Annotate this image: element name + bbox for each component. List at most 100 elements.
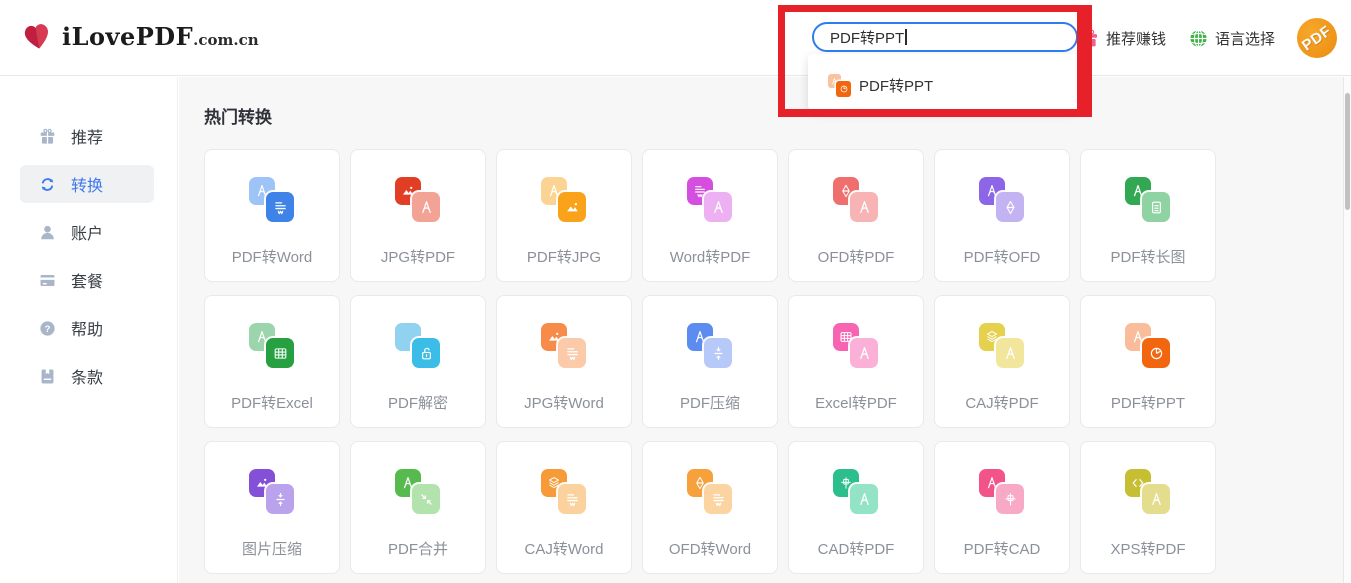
tool-icon [395, 469, 441, 515]
gift-icon [1079, 28, 1100, 49]
pdf-glyph [850, 192, 878, 222]
pdf-glyph [996, 338, 1024, 368]
scrollbar-thumb[interactable] [1345, 93, 1350, 210]
tool-label: JPG转PDF [381, 246, 455, 267]
tool-icon [687, 177, 733, 223]
tool-icon [687, 323, 733, 369]
site-logo[interactable]: iLovePDF.com.cn [20, 19, 259, 53]
tool-card-PDF转JPG[interactable]: PDF转JPG [496, 149, 632, 282]
pdf-glyph [850, 338, 878, 368]
logo-suffix: .com.cn [193, 31, 259, 49]
tool-label: Word转PDF [670, 246, 751, 267]
word-glyph [558, 338, 586, 368]
tool-card-Excel转PDF[interactable]: Excel转PDF [788, 295, 924, 428]
tool-card-XPS转PDF[interactable]: XPS转PDF [1080, 441, 1216, 574]
pdf-glyph [704, 192, 732, 222]
sidebar-item-card[interactable]: 套餐 [20, 261, 154, 299]
word-glyph [558, 484, 586, 514]
tool-card-JPG转PDF[interactable]: JPG转PDF [350, 149, 486, 282]
longimg-glyph [1142, 192, 1170, 222]
sidebar-item-convert[interactable]: 转换 [20, 165, 154, 203]
unlock-glyph [412, 338, 440, 368]
tool-card-PDF压缩[interactable]: PDF压缩 [642, 295, 778, 428]
tool-label: PDF转PPT [1111, 392, 1185, 413]
search-value: PDF转PPT [830, 27, 904, 48]
globe-icon [1188, 28, 1209, 49]
sidebar-item-label: 帮助 [71, 316, 103, 340]
sidebar-item-label: 条款 [71, 364, 103, 388]
tool-card-CAJ转PDF[interactable]: CAJ转PDF [934, 295, 1070, 428]
tool-card-PDF合并[interactable]: PDF合并 [350, 441, 486, 574]
header-right-links: 推荐赚钱 语言选择 PDF [1079, 0, 1337, 76]
tool-label: PDF转OFD [964, 246, 1041, 267]
tool-card-OFD转Word[interactable]: OFD转Word [642, 441, 778, 574]
tool-card-JPG转Word[interactable]: JPG转Word [496, 295, 632, 428]
sidebar-item-label: 套餐 [71, 268, 103, 292]
sidebar-item-user[interactable]: 账户 [20, 213, 154, 251]
tool-icon [249, 323, 295, 369]
compress-glyph [266, 484, 294, 514]
image-glyph [558, 192, 586, 222]
tool-card-PDF转Excel[interactable]: PDF转Excel [204, 295, 340, 428]
sidebar-item-gift[interactable]: 推荐 [20, 117, 154, 155]
tool-label: PDF转CAD [964, 538, 1041, 559]
tool-label: Excel转PDF [815, 392, 897, 413]
tool-label: PDF压缩 [680, 392, 740, 413]
tool-icon [833, 323, 879, 369]
tool-card-PDF解密[interactable]: PDF解密 [350, 295, 486, 428]
tool-icon [1125, 323, 1171, 369]
merge-glyph [412, 484, 440, 514]
sidebar-item-label: 转换 [71, 172, 103, 196]
tool-label: 图片压缩 [242, 538, 302, 559]
tool-icon [833, 469, 879, 515]
tool-card-OFD转PDF[interactable]: OFD转PDF [788, 149, 924, 282]
tool-icon [541, 323, 587, 369]
excel-glyph [266, 338, 294, 368]
gift-icon [38, 127, 57, 146]
tool-label: PDF合并 [388, 538, 448, 559]
avatar-text: PDF [1299, 22, 1335, 54]
sidebar-item-terms[interactable]: 条款 [20, 357, 154, 395]
tool-card-PDF转长图[interactable]: PDF转长图 [1080, 149, 1216, 282]
tool-label: CAJ转PDF [965, 392, 1038, 413]
tool-card-图片压缩[interactable]: 图片压缩 [204, 441, 340, 574]
user-avatar[interactable]: PDF [1297, 18, 1337, 58]
tool-icon [1125, 177, 1171, 223]
tool-card-PDF转CAD[interactable]: PDF转CAD [934, 441, 1070, 574]
sidebar-nav: 推荐 转换 账户 套餐 ? 帮助 条款 [0, 117, 177, 395]
help-icon: ? [38, 319, 57, 338]
referral-link[interactable]: 推荐赚钱 [1079, 28, 1166, 49]
tool-card-PDF转OFD[interactable]: PDF转OFD [934, 149, 1070, 282]
tool-label: XPS转PDF [1110, 538, 1185, 559]
tools-grid: PDF转Word JPG转PDF PDF转JPG Word转PDF OFD转PD… [204, 149, 1343, 583]
sidebar-item-help[interactable]: ? 帮助 [20, 309, 154, 347]
search-suggestions-dropdown: PDF转PPT [808, 54, 1080, 110]
logo-brand: iLovePDF [62, 22, 193, 51]
svg-text:?: ? [45, 323, 51, 334]
logo-text: iLovePDF.com.cn [62, 22, 259, 51]
word-glyph [266, 192, 294, 222]
tool-card-PDF转PPT[interactable]: PDF转PPT [1080, 295, 1216, 428]
tool-icon [1125, 469, 1171, 515]
tool-card-CAJ转Word[interactable]: CAJ转Word [496, 441, 632, 574]
tool-label: PDF转JPG [527, 246, 601, 267]
tool-label: OFD转PDF [818, 246, 895, 267]
tool-label: CAD转PDF [818, 538, 895, 559]
sidebar-item-label: 推荐 [71, 124, 103, 148]
tool-icon [833, 177, 879, 223]
language-select[interactable]: 语言选择 [1188, 28, 1275, 49]
pie-glyph [1142, 338, 1170, 368]
tool-card-CAD转PDF[interactable]: CAD转PDF [788, 441, 924, 574]
tool-card-PDF转Word[interactable]: PDF转Word [204, 149, 340, 282]
search-input[interactable]: PDF转PPT [812, 22, 1078, 52]
user-icon [38, 223, 57, 242]
text-caret [905, 29, 907, 45]
tool-icon [249, 469, 295, 515]
suggestion-item[interactable]: PDF转PPT [808, 54, 1080, 97]
tool-icon [687, 469, 733, 515]
header: iLovePDF.com.cn 推荐赚钱 语言选择 [0, 0, 1351, 76]
tool-icon [979, 323, 1025, 369]
tool-card-Word转PDF[interactable]: Word转PDF [642, 149, 778, 282]
terms-icon [38, 367, 57, 386]
referral-label: 推荐赚钱 [1106, 28, 1166, 49]
